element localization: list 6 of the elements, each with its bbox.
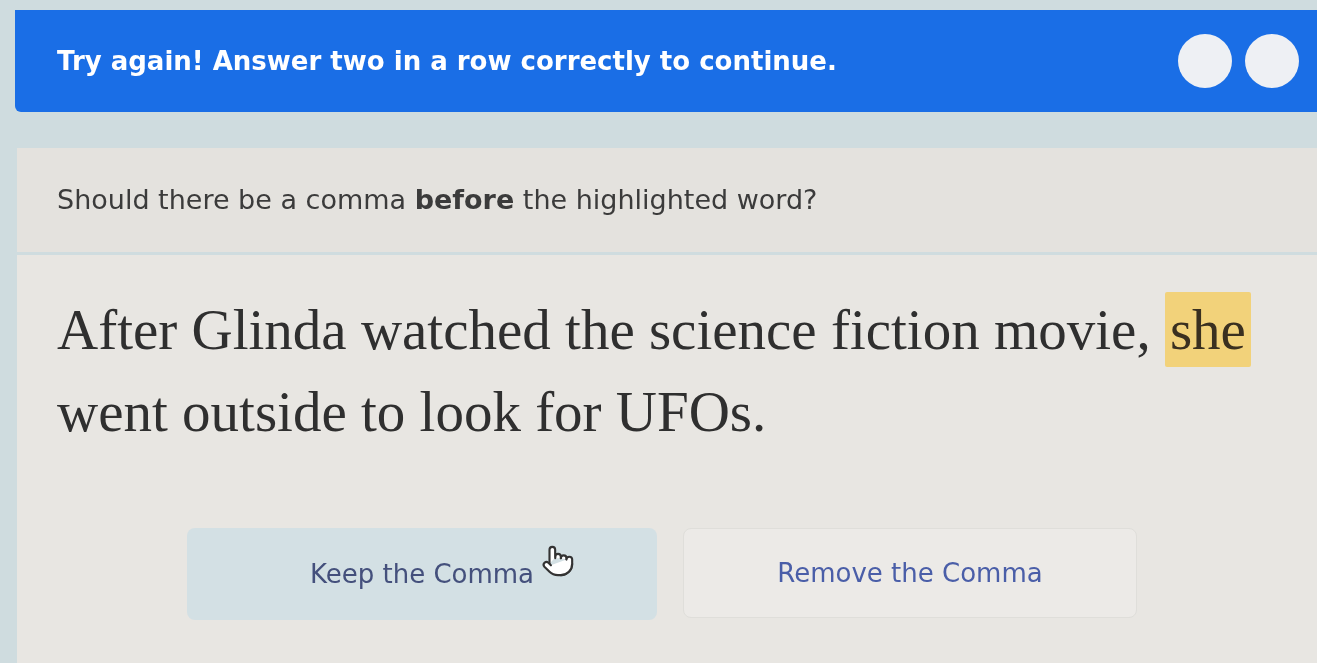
highlighted-word: she (1164, 292, 1251, 367)
question-text: Should there be a comma before the highlighted word? (57, 182, 818, 217)
banner-message: Try again! Answer two in a row correctly to continue. (57, 44, 837, 78)
answer-button[interactable]: Keep the Comma (187, 528, 657, 620)
answer-button[interactable]: Remove the Comma (683, 528, 1137, 618)
passage-text: After Glinda watched the science fiction movie, she went outside to look for UFOs. (57, 289, 1287, 453)
